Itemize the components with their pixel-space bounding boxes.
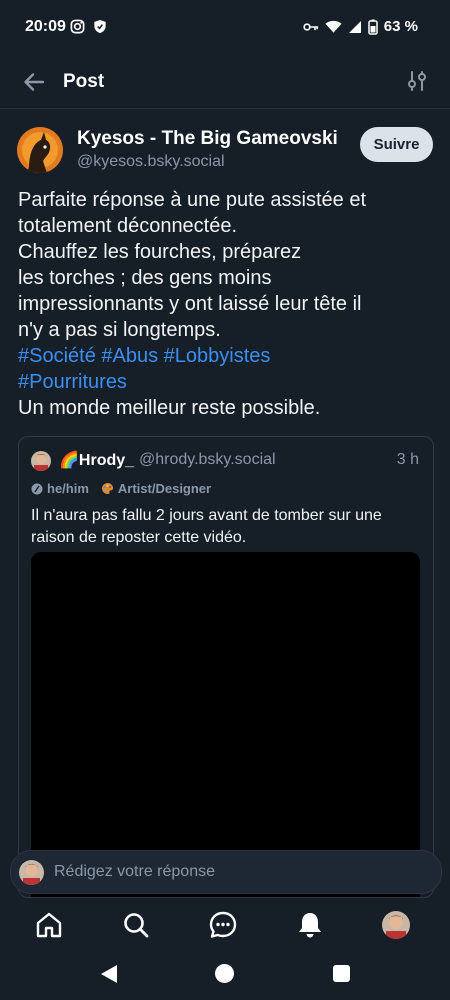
shield-icon	[94, 19, 106, 34]
pronouns-badge: he/him	[31, 481, 89, 496]
hashtag-link[interactable]: #Pourritures	[18, 369, 438, 395]
nav-home-icon[interactable]	[215, 964, 234, 983]
quote-author-name[interactable]: 🌈Hrody_	[59, 450, 134, 470]
post-line: Parfaite réponse à une pute assistée et	[18, 189, 367, 211]
reply-placeholder[interactable]: Rédigez votre réponse	[54, 863, 215, 881]
instagram-icon	[70, 19, 85, 34]
post-header: Post	[0, 56, 450, 109]
wifi-icon	[325, 20, 342, 33]
signal-icon	[348, 20, 361, 33]
status-bar: 20:09 63 %	[0, 0, 450, 56]
back-arrow-icon[interactable]	[20, 68, 48, 96]
author-handle[interactable]: @kyesos.bsky.social	[77, 153, 225, 171]
quote-author-handle[interactable]: @hrody.bsky.social	[139, 451, 276, 469]
pronouns-label: he/him	[47, 481, 89, 496]
pronouns-icon	[31, 483, 43, 494]
page-title: Post	[63, 71, 105, 92]
home-icon[interactable]	[34, 910, 64, 940]
profile-avatar[interactable]	[382, 911, 410, 939]
key-icon	[303, 22, 318, 31]
chat-icon[interactable]	[208, 910, 238, 940]
bottom-tab-bar	[0, 900, 450, 952]
role-label: Artist/Designer	[117, 481, 212, 496]
sliders-icon[interactable]	[406, 70, 428, 92]
video-player[interactable]	[31, 552, 420, 897]
post-line: n'y a pas si longtemps.	[18, 319, 221, 341]
battery-icon	[368, 19, 378, 35]
post-closing: Un monde meilleur reste possible.	[18, 397, 321, 419]
quote-avatar[interactable]	[31, 451, 51, 471]
system-nav-bar	[0, 952, 450, 1000]
nav-recents-icon[interactable]	[333, 965, 350, 982]
post-body: Parfaite réponse à une pute assistée et …	[18, 187, 438, 421]
search-icon[interactable]	[121, 910, 151, 940]
bell-icon[interactable]	[295, 910, 325, 940]
post-line: totalement déconnectée.	[18, 215, 238, 237]
follow-button[interactable]: Suivre	[360, 127, 433, 162]
reply-composer[interactable]: Rédigez votre réponse	[10, 850, 442, 894]
quoted-post[interactable]: 🌈Hrody_ @hrody.bsky.social 3 h he/him Ar…	[18, 436, 434, 898]
status-time: 20:09	[25, 18, 66, 35]
post-line: les torches ; des gens moins	[18, 267, 272, 289]
user-avatar	[19, 860, 44, 885]
role-badge: Artist/Designer	[101, 481, 211, 496]
post-line: Chauffez les fourches, préparez	[18, 241, 302, 263]
author-name[interactable]: Kyesos - The Big Gameovski	[77, 128, 338, 150]
nav-back-icon[interactable]	[100, 964, 118, 984]
quote-text: Il n'aura pas fallu 2 jours avant de tom…	[31, 507, 382, 546]
author-avatar[interactable]	[17, 127, 63, 173]
quote-timestamp: 3 h	[396, 451, 419, 468]
palette-icon	[101, 483, 113, 494]
post-line: impressionnants y ont laissé leur tête i…	[18, 293, 362, 315]
battery-percent: 63 %	[383, 18, 418, 35]
hashtag-links[interactable]: #Société #Abus #Lobbyistes	[18, 343, 438, 369]
